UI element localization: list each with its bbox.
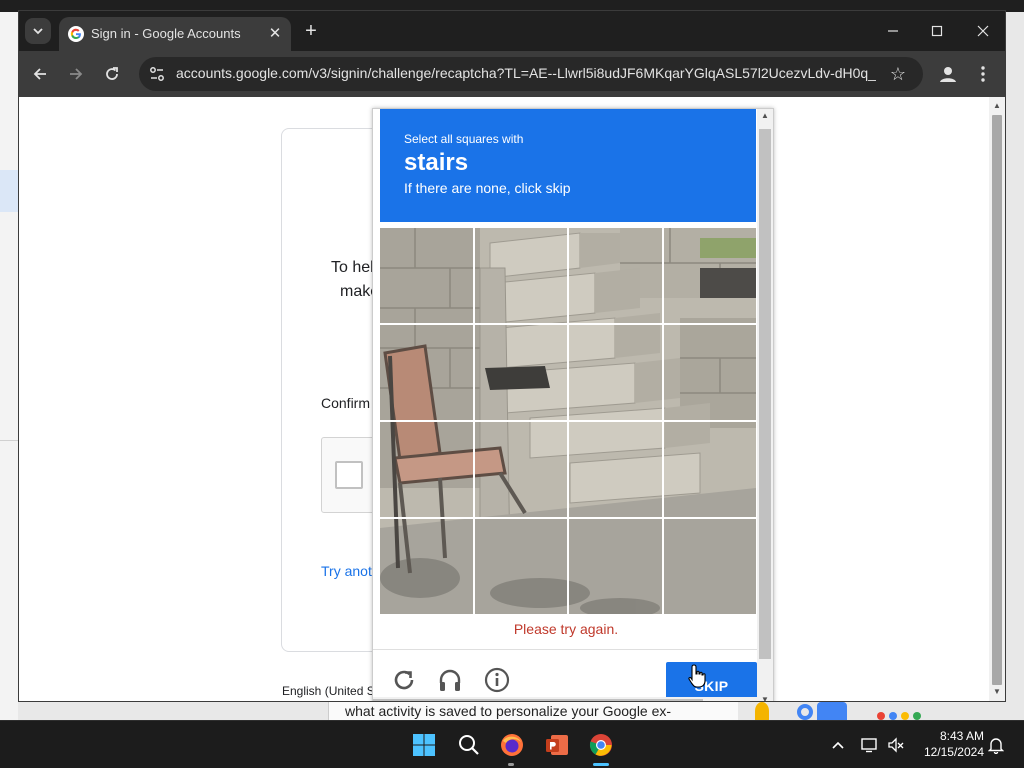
system-clock[interactable]: 8:43 AM 12/15/2024 (912, 728, 984, 760)
taskbar-chrome[interactable] (587, 731, 615, 759)
info-icon[interactable] (484, 667, 510, 693)
firefox-icon (501, 734, 523, 756)
page-scroll-down-icon[interactable]: ▼ (992, 687, 1002, 697)
recaptcha-horizontal-scrollbar[interactable] (373, 697, 757, 701)
clock-time: 8:43 AM (939, 729, 984, 743)
background-app-selection (0, 170, 18, 212)
try-another-way-link[interactable]: Try anot (321, 563, 372, 579)
clock-date: 12/15/2024 (923, 745, 984, 759)
recaptcha-scrollbar[interactable]: ▲ ▼ (757, 109, 773, 701)
tray-overflow-chevron-icon[interactable] (828, 735, 848, 755)
captcha-tile[interactable] (380, 517, 475, 614)
recaptcha-header: Select all squares with stairs If there … (380, 109, 756, 222)
captcha-tile[interactable] (661, 228, 756, 325)
recaptcha-hscroll-thumb[interactable] (373, 699, 703, 701)
tab-title: Sign in - Google Accounts (91, 26, 241, 41)
taskbar-powerpoint[interactable] (543, 731, 571, 759)
address-bar[interactable]: accounts.google.com/v3/signin/challenge/… (139, 57, 923, 91)
chrome-active-indicator (593, 763, 609, 766)
hand-cursor-icon (688, 664, 706, 688)
tab-search-button[interactable] (25, 18, 51, 44)
signin-confirm-label: Confirm (321, 395, 371, 411)
chrome-icon (589, 734, 612, 756)
reload-button[interactable] (99, 61, 125, 87)
browser-window: Sign in - Google Accounts ✕ + accounts.g… (18, 10, 1006, 702)
captcha-tile[interactable] (661, 420, 756, 519)
close-icon (977, 25, 989, 37)
skip-button[interactable]: SKIP (666, 662, 757, 701)
forward-button[interactable] (63, 61, 89, 87)
browser-menu-button[interactable] (973, 63, 993, 85)
close-tab-icon[interactable]: ✕ (266, 24, 284, 42)
back-button[interactable] (27, 61, 53, 87)
captcha-tile[interactable] (380, 420, 475, 519)
taskbar: 8:43 AM 12/15/2024 (0, 720, 1024, 768)
tab-bar: Sign in - Google Accounts ✕ + (19, 11, 1005, 51)
chevron-down-icon (33, 28, 43, 35)
arrow-right-icon (70, 68, 83, 80)
captcha-tile[interactable] (661, 323, 756, 422)
page-scroll-thumb[interactable] (992, 115, 1002, 685)
minimize-button[interactable] (881, 19, 905, 43)
taskbar-search-button[interactable] (455, 731, 483, 759)
network-icon[interactable] (860, 735, 880, 755)
recaptcha-hint: If there are none, click skip (404, 180, 571, 196)
captcha-tile[interactable] (380, 323, 475, 422)
scroll-down-arrow-icon[interactable]: ▼ (760, 695, 770, 701)
close-window-button[interactable] (971, 19, 995, 43)
captcha-tile[interactable] (472, 517, 569, 614)
page-scroll-up-icon[interactable]: ▲ (992, 101, 1002, 111)
captcha-tile[interactable] (380, 228, 475, 325)
google-g-icon (68, 26, 84, 42)
background-page-text: what activity is saved to personalize yo… (345, 703, 672, 719)
maximize-button[interactable] (925, 19, 949, 43)
windows-start-icon (413, 734, 435, 756)
captcha-tile[interactable] (661, 517, 756, 614)
captcha-tile[interactable] (567, 228, 664, 325)
captcha-tile[interactable] (567, 323, 664, 422)
minimize-icon (888, 30, 898, 32)
audio-challenge-icon[interactable] (437, 667, 463, 693)
new-tab-button[interactable]: + (301, 20, 321, 42)
captcha-tile[interactable] (567, 420, 664, 519)
recaptcha-scroll-thumb[interactable] (759, 129, 771, 659)
recaptcha-challenge: Select all squares with stairs If there … (372, 108, 774, 701)
background-google-apps (755, 700, 955, 720)
taskbar-firefox[interactable] (498, 731, 526, 759)
maximize-icon (931, 25, 943, 37)
powerpoint-icon (546, 735, 568, 755)
start-button[interactable] (410, 731, 438, 759)
background-app-divider (0, 440, 18, 441)
url-text: accounts.google.com/v3/signin/challenge/… (176, 65, 876, 81)
reload-icon (106, 67, 118, 80)
recaptcha-tile-grid (380, 228, 756, 614)
arrow-left-icon (33, 68, 46, 80)
reload-challenge-icon[interactable] (391, 667, 417, 693)
scroll-up-arrow-icon[interactable]: ▲ (760, 111, 770, 121)
background-app-edge (0, 12, 18, 720)
recaptcha-checkbox[interactable] (335, 461, 363, 489)
recaptcha-instruction: Select all squares with (404, 132, 524, 146)
more-vert-icon (981, 66, 985, 82)
firefox-running-indicator (508, 763, 514, 766)
page-viewport: To hel make Confirm Try anot English (Un… (19, 97, 1005, 701)
profile-icon[interactable] (937, 63, 959, 85)
signin-description-line1: To hel (331, 259, 374, 276)
browser-toolbar: accounts.google.com/v3/signin/challenge/… (19, 51, 1005, 97)
recaptcha-keyword: stairs (404, 149, 469, 176)
recaptcha-error-message: Please try again. (513, 621, 619, 637)
search-icon (459, 735, 479, 755)
captcha-tile[interactable] (472, 420, 569, 519)
captcha-tile[interactable] (472, 323, 569, 422)
site-settings-icon[interactable] (147, 64, 167, 84)
bookmark-star-icon[interactable]: ☆ (887, 63, 909, 85)
language-selector[interactable]: English (United S (282, 684, 375, 698)
notification-bell-icon[interactable] (986, 735, 1006, 755)
tab-google-signin[interactable]: Sign in - Google Accounts ✕ (59, 17, 291, 51)
captcha-tile[interactable] (567, 517, 664, 614)
page-scrollbar[interactable]: ▲ ▼ (989, 97, 1005, 701)
volume-muted-icon[interactable] (886, 735, 906, 755)
captcha-tile[interactable] (472, 228, 569, 325)
